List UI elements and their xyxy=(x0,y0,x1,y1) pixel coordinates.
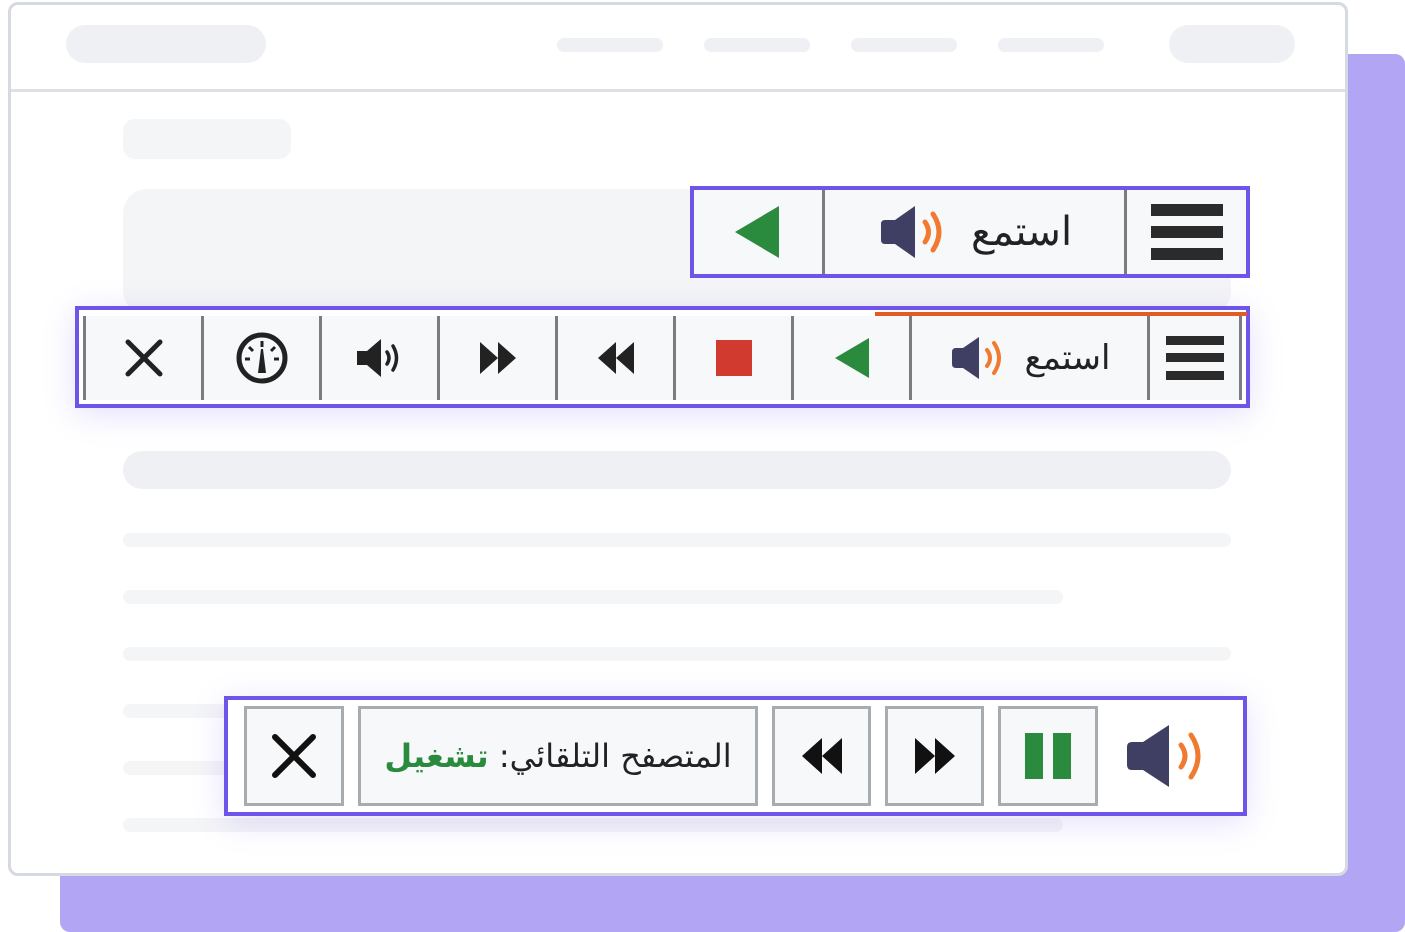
speaker-icon xyxy=(880,206,942,258)
pause-icon xyxy=(1025,733,1071,779)
nav-placeholder-2 xyxy=(704,38,810,52)
volume-icon xyxy=(356,339,398,377)
compact-player-bar: استمع xyxy=(690,186,1250,278)
play-icon xyxy=(834,338,869,378)
menu-button[interactable] xyxy=(1147,316,1242,400)
speaker-icon xyxy=(1126,725,1200,787)
nav-placeholder-1 xyxy=(557,38,663,52)
speaker-icon xyxy=(951,337,1001,379)
stop-button[interactable] xyxy=(673,316,791,400)
speed-button[interactable] xyxy=(201,316,319,400)
pause-button[interactable] xyxy=(998,706,1098,806)
stop-icon xyxy=(715,340,752,376)
volume-button[interactable] xyxy=(319,316,437,400)
fast-forward-button[interactable] xyxy=(437,316,555,400)
button-placeholder xyxy=(1169,25,1295,63)
nav-placeholder-4 xyxy=(998,38,1104,52)
menu-icon xyxy=(1165,336,1224,380)
text-line-2 xyxy=(123,590,1063,604)
rewind-button[interactable] xyxy=(555,316,673,400)
play-button[interactable] xyxy=(791,316,909,400)
menu-icon xyxy=(1150,204,1223,260)
listen-button[interactable]: استمع xyxy=(822,190,1124,274)
nav-placeholder-3 xyxy=(851,38,957,52)
autoplay-state: تشغيل xyxy=(384,737,489,775)
play-icon xyxy=(735,206,779,258)
speed-icon xyxy=(236,332,287,384)
close-icon xyxy=(272,734,316,778)
rewind-icon xyxy=(801,738,842,774)
autoplay-status[interactable]: المتصفح التلقائي: تشغيل xyxy=(358,706,758,806)
autoplay-bar: المتصفح التلقائي: تشغيل xyxy=(224,696,1247,816)
listen-label: استمع xyxy=(1024,338,1111,378)
rewind-icon xyxy=(597,342,634,374)
listen-button[interactable]: استمع xyxy=(909,316,1147,400)
browser-header xyxy=(11,5,1345,92)
text-line-1 xyxy=(123,533,1231,547)
close-button[interactable] xyxy=(83,316,201,400)
fast-forward-button[interactable] xyxy=(885,706,984,806)
menu-button[interactable] xyxy=(1124,190,1246,274)
fast-forward-icon xyxy=(914,738,955,774)
play-button[interactable] xyxy=(694,190,822,274)
heading-placeholder xyxy=(123,451,1231,489)
close-icon xyxy=(125,339,162,377)
title-placeholder xyxy=(123,119,291,159)
listen-label: استمع xyxy=(970,209,1073,255)
close-button[interactable] xyxy=(244,706,344,806)
speaker-button[interactable] xyxy=(1112,706,1225,806)
text-line-3 xyxy=(123,647,1231,661)
fast-forward-icon xyxy=(479,342,516,374)
text-line-6 xyxy=(123,818,1063,832)
expanded-player-bar: استمع xyxy=(75,306,1250,408)
rewind-button[interactable] xyxy=(772,706,871,806)
logo-placeholder xyxy=(66,25,266,63)
autoplay-label: المتصفح التلقائي: xyxy=(498,737,732,775)
